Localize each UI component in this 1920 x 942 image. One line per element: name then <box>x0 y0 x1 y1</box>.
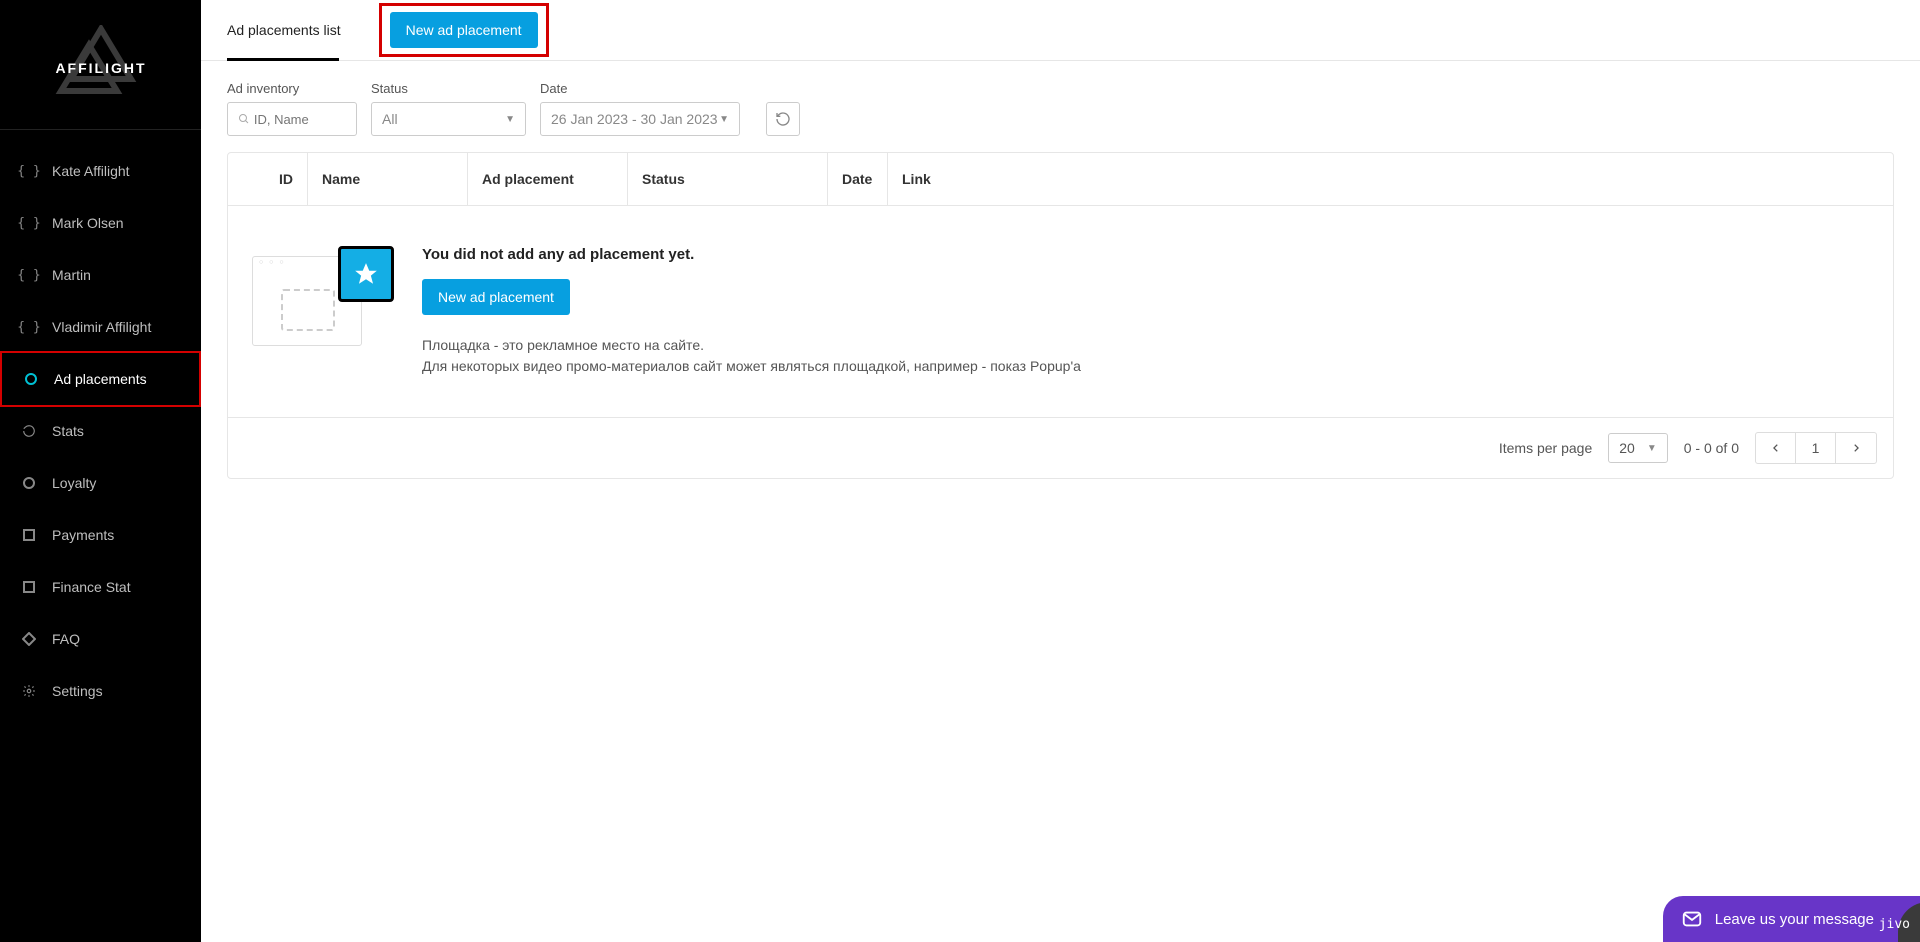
sidebar-item-label: Martin <box>52 267 91 283</box>
chevron-down-icon: ▼ <box>719 114 729 125</box>
empty-title: You did not add any ad placement yet. <box>422 246 1081 263</box>
filter-date: Date 26 Jan 2023 - 30 Jan 2023 ▼ <box>540 81 740 136</box>
tab-ad-placements-list[interactable]: Ad placements list <box>227 0 359 60</box>
chat-widget[interactable]: Leave us your message jivo <box>1663 896 1920 942</box>
col-name: Name <box>308 153 468 205</box>
empty-text: You did not add any ad placement yet. Ne… <box>422 246 1081 377</box>
chat-brand: jivo <box>1879 917 1910 932</box>
new-ad-placement-button[interactable]: New ad placement <box>390 12 538 48</box>
tab-label: Ad placements list <box>227 22 341 38</box>
sidebar-item-label: Finance Stat <box>52 579 131 595</box>
sidebar-item-martin[interactable]: { } Martin <box>0 249 201 301</box>
col-link: Link <box>888 153 1893 205</box>
filter-status: Status All ▼ <box>371 81 526 136</box>
pagination-range: 0 - 0 of 0 <box>1684 440 1739 456</box>
circle-icon <box>20 476 38 490</box>
sidebar-item-label: Settings <box>52 683 103 699</box>
sidebar-item-label: Kate Affilight <box>52 163 130 179</box>
chat-text: Leave us your message <box>1715 911 1874 928</box>
sidebar-item-label: FAQ <box>52 631 80 647</box>
braces-icon: { } <box>20 268 38 283</box>
chevron-left-icon <box>1771 443 1781 453</box>
placements-card: ID Name Ad placement Status Date Link Yo… <box>227 152 1894 479</box>
empty-state: You did not add any ad placement yet. Ne… <box>228 206 1893 417</box>
date-range-picker[interactable]: 26 Jan 2023 - 30 Jan 2023 ▼ <box>540 102 740 136</box>
diamond-icon <box>20 632 38 646</box>
braces-icon: { } <box>20 216 38 231</box>
braces-icon: { } <box>20 320 38 335</box>
status-value: All <box>382 111 398 127</box>
pager: 1 <box>1755 432 1877 464</box>
col-ad: Ad placement <box>468 153 628 205</box>
main: Ad placements list New ad placement Ad i… <box>201 0 1920 942</box>
star-badge-icon <box>338 246 394 302</box>
sidebar-item-kate-affilight[interactable]: { } Kate Affilight <box>0 145 201 197</box>
logo: AFFILIGHT <box>0 0 201 130</box>
circle-icon <box>22 372 40 386</box>
per-page-value: 20 <box>1619 440 1635 456</box>
sidebar-item-label: Vladimir Affilight <box>52 319 151 335</box>
empty-illustration <box>252 246 382 377</box>
sidebar-item-ad-placements[interactable]: Ad placements <box>0 351 201 407</box>
sidebar-item-label: Mark Olsen <box>52 215 124 231</box>
items-per-page-select[interactable]: 20 ▼ <box>1608 433 1667 463</box>
square-icon <box>20 528 38 542</box>
filter-label: Ad inventory <box>227 81 357 96</box>
sidebar-item-payments[interactable]: Payments <box>0 509 201 561</box>
sidebar-item-stats[interactable]: Stats <box>0 405 201 457</box>
search-icon <box>238 112 250 126</box>
empty-desc-line1: Площадка - это рекламное место на сайте. <box>422 335 1081 356</box>
col-id: ID <box>228 153 308 205</box>
next-page-button[interactable] <box>1836 433 1876 463</box>
mail-icon <box>1681 908 1703 930</box>
sidebar-item-loyalty[interactable]: Loyalty <box>0 457 201 509</box>
sidebar-item-mark-olsen[interactable]: { } Mark Olsen <box>0 197 201 249</box>
reset-filters-button[interactable] <box>766 102 800 136</box>
highlight-new-ad-placement: New ad placement <box>379 3 549 57</box>
ad-inventory-input[interactable] <box>254 112 346 127</box>
refresh-icon <box>775 111 791 127</box>
svg-text:AFFILIGHT: AFFILIGHT <box>55 60 146 76</box>
filters: Ad inventory Status All ▼ Date 26 Jan 20… <box>201 61 1920 144</box>
empty-desc-line2: Для некоторых видео промо-материалов сай… <box>422 356 1081 377</box>
date-value: 26 Jan 2023 - 30 Jan 2023 <box>551 111 718 127</box>
filter-label: Status <box>371 81 526 96</box>
affilight-logo-icon: AFFILIGHT <box>41 25 161 105</box>
gear-icon <box>20 684 38 698</box>
page-number[interactable]: 1 <box>1796 433 1836 463</box>
filter-label: Date <box>540 81 740 96</box>
sidebar-item-faq[interactable]: FAQ <box>0 613 201 665</box>
nav: { }Kate Affilight{ }Mark Olsen{ }Martin{… <box>0 130 201 732</box>
sidebar-item-finance-stat[interactable]: Finance Stat <box>0 561 201 613</box>
filter-ad-inventory: Ad inventory <box>227 81 357 136</box>
items-per-page-label: Items per page <box>1499 440 1592 456</box>
sidebar: AFFILIGHT { } Kate Affilight { } Mark Olsen… <box>0 0 201 942</box>
square-icon <box>20 580 38 594</box>
col-status: Status <box>628 153 828 205</box>
tabs-row: Ad placements list New ad placement <box>201 0 1920 61</box>
sidebar-item-settings[interactable]: Settings <box>0 665 201 717</box>
ad-inventory-input-wrap[interactable] <box>227 102 357 136</box>
chevron-down-icon: ▼ <box>505 114 515 125</box>
prev-page-button[interactable] <box>1756 433 1796 463</box>
sidebar-item-label: Ad placements <box>54 371 147 387</box>
table-header: ID Name Ad placement Status Date Link <box>228 153 1893 206</box>
status-select[interactable]: All ▼ <box>371 102 526 136</box>
sidebar-item-label: Stats <box>52 423 84 439</box>
chevron-right-icon <box>1851 443 1861 453</box>
braces-icon: { } <box>20 164 38 179</box>
sidebar-item-label: Payments <box>52 527 114 543</box>
pagination: Items per page 20 ▼ 0 - 0 of 0 1 <box>228 417 1893 478</box>
sidebar-item-vladimir-affilight[interactable]: { } Vladimir Affilight <box>0 301 201 353</box>
empty-new-ad-placement-button[interactable]: New ad placement <box>422 279 570 315</box>
sidebar-item-label: Loyalty <box>52 475 96 491</box>
star-icon <box>353 261 379 287</box>
col-date: Date <box>828 153 888 205</box>
refresh-icon <box>20 424 38 438</box>
chevron-down-icon: ▼ <box>1647 443 1657 454</box>
